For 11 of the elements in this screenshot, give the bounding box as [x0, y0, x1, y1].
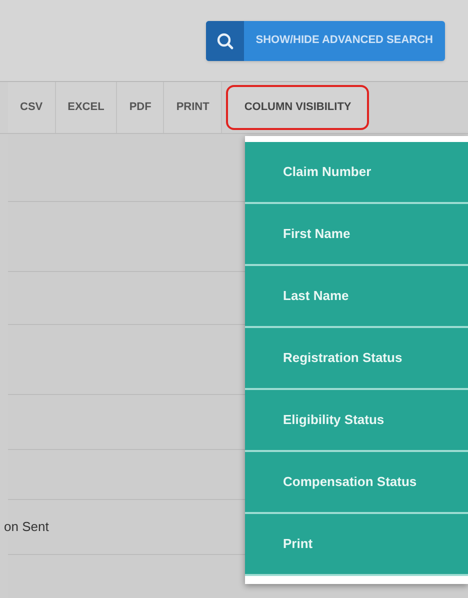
column-menu-item[interactable]: First Name: [245, 204, 468, 266]
column-menu-item[interactable]: Registration Status: [245, 328, 468, 390]
toolbar-button[interactable]: COLUMN VISIBILITY: [226, 85, 370, 130]
column-menu-item[interactable]: Claim Number: [245, 142, 468, 204]
column-menu-item[interactable]: Eligibility Status: [245, 390, 468, 452]
table-cell-text: on Sent: [4, 518, 49, 536]
column-menu-item[interactable]: Compensation Status: [245, 452, 468, 514]
advanced-search-button[interactable]: SHOW/HIDE ADVANCED SEARCH: [206, 20, 445, 60]
search-icon: [216, 32, 234, 50]
column-menu-item[interactable]: Print: [245, 514, 468, 576]
column-menu-item[interactable]: Last Name: [245, 266, 468, 328]
